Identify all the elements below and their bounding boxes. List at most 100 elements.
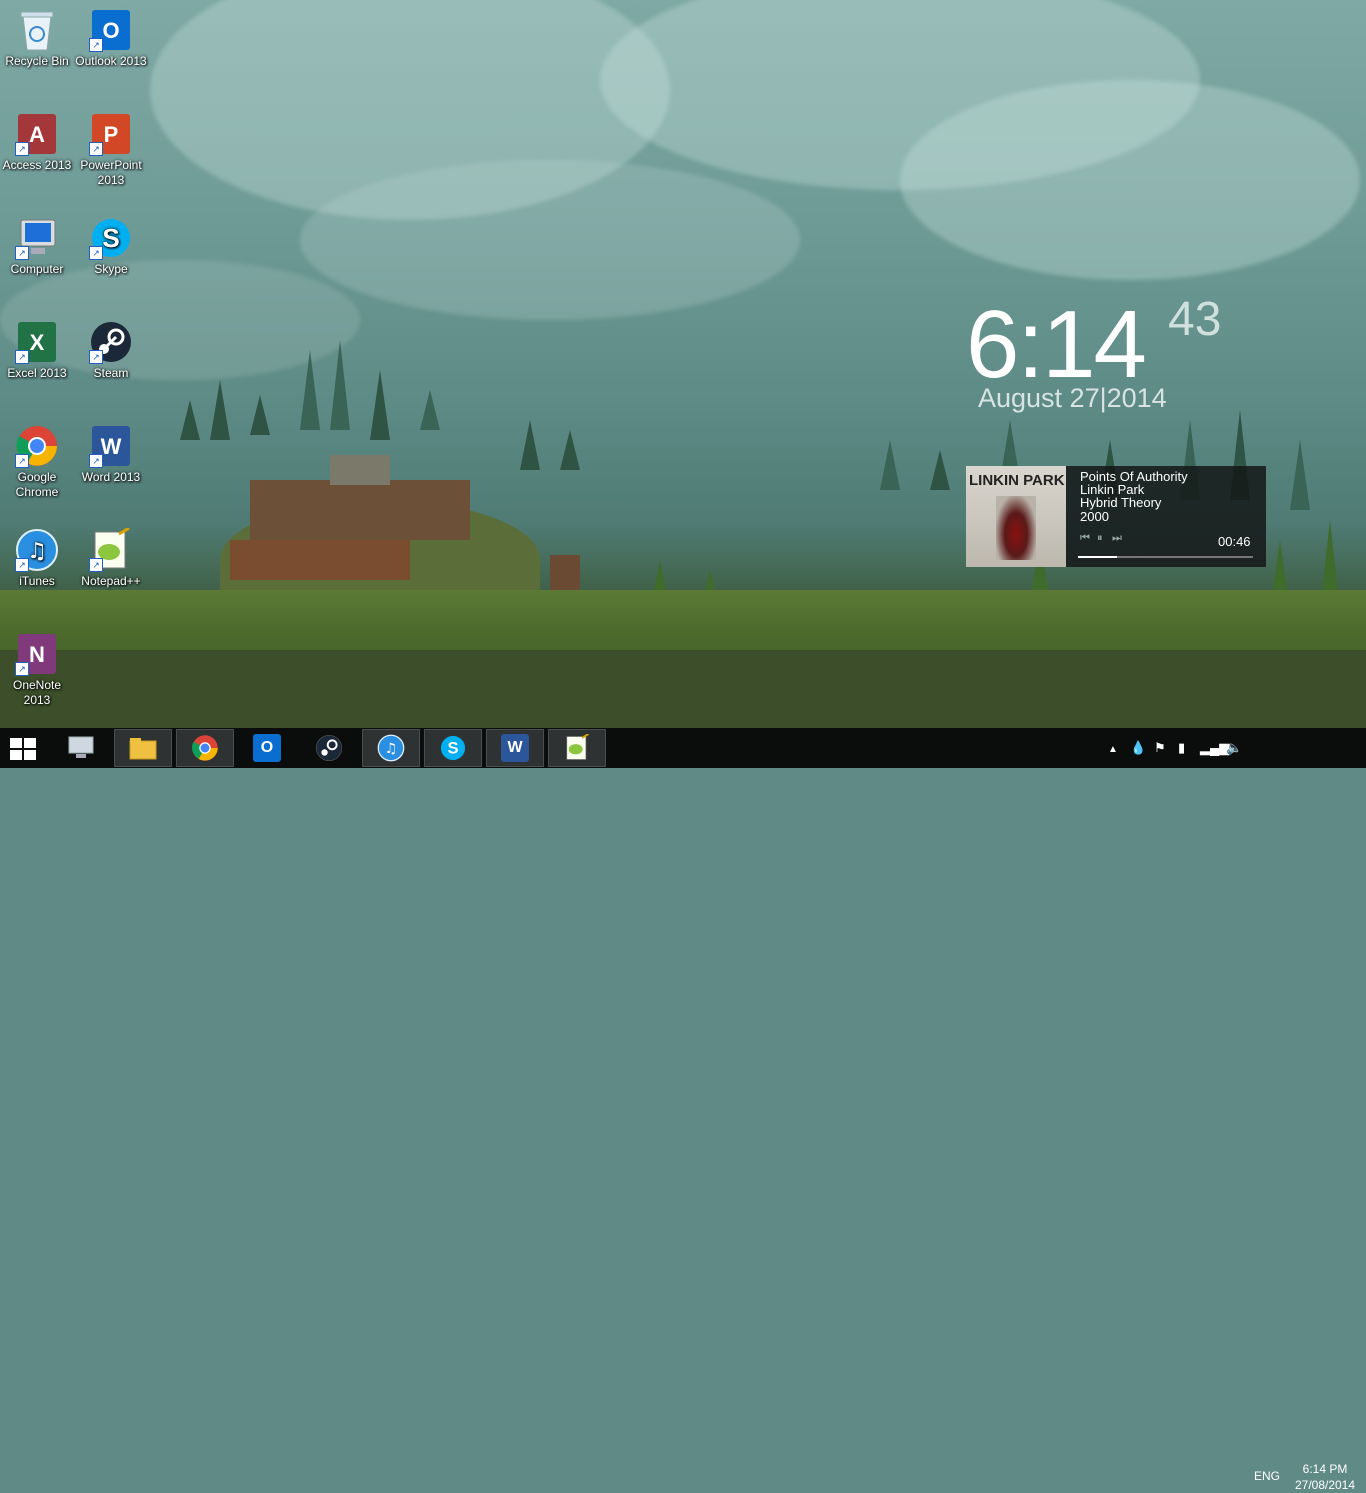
desktop-icon-label: Recycle Bin	[5, 54, 69, 68]
access-icon: A ↗	[15, 112, 59, 156]
action-center-flag-icon[interactable]: ⚑	[1154, 740, 1166, 756]
next-icon[interactable]: ⏭	[1112, 532, 1122, 545]
system-date: 27/08/2014	[1294, 1478, 1356, 1492]
steam-icon: ↗	[89, 320, 133, 364]
shortcut-arrow-icon: ↗	[15, 246, 29, 260]
onenote-icon: N ↗	[15, 632, 59, 676]
itunes-icon: ♫	[377, 734, 405, 762]
desktop-icon-label: Skype	[94, 262, 128, 276]
taskbar-app-monitor[interactable]	[52, 729, 110, 767]
powerpoint-icon: P ↗	[89, 112, 133, 156]
windows-logo-pane	[24, 738, 36, 748]
desktop-icon-label: Computer	[10, 262, 64, 276]
chrome-icon	[192, 735, 218, 761]
desktop-icon-outlook[interactable]: O ↗ Outlook 2013	[75, 8, 147, 69]
svg-text:♫: ♫	[385, 741, 398, 757]
skype-icon: S	[440, 735, 466, 761]
foreground-grass	[0, 650, 1366, 728]
chrome-icon: ↗	[15, 424, 59, 468]
svg-text:S: S	[447, 739, 458, 758]
shortcut-arrow-icon: ↗	[15, 142, 29, 156]
windows-logo-pane	[10, 750, 22, 760]
desktop-icon-label: Outlook 2013	[75, 54, 147, 68]
skype-icon: S ↗	[89, 216, 133, 260]
steam-icon	[315, 734, 343, 762]
desktop-icon-label: Steam	[93, 366, 129, 380]
taskbar-app-itunes[interactable]: ♫	[362, 729, 420, 767]
desktop-icon-label: Access 2013	[2, 158, 72, 172]
start-button[interactable]	[10, 738, 38, 760]
network-signal-icon[interactable]: ▂▄▆	[1200, 740, 1229, 756]
desktop-icon-label: Excel 2013	[7, 366, 67, 380]
notepadpp-icon: ↗	[89, 528, 133, 572]
taskbar-app-file-explorer[interactable]	[114, 729, 172, 767]
itunes-icon: ♫ ↗	[15, 528, 59, 572]
album-art-text: LINKIN PARK	[969, 472, 1065, 489]
desktop-icon-itunes[interactable]: ♫ ↗ iTunes	[1, 528, 73, 589]
music-player-widget[interactable]: LINKIN PARK Points Of Authority Linkin P…	[966, 466, 1266, 567]
shortcut-arrow-icon: ↗	[89, 246, 103, 260]
desktop-icon-excel[interactable]: X ↗ Excel 2013	[1, 320, 73, 381]
desktop-icon-skype[interactable]: S ↗ Skype	[75, 216, 147, 277]
system-clock[interactable]: 6:14 PM 27/08/2014	[1290, 1461, 1360, 1493]
excel-icon: X ↗	[15, 320, 59, 364]
desktop-icon-label: OneNote 2013	[12, 678, 62, 707]
desktop-icon-computer[interactable]: ↗ Computer	[1, 216, 73, 277]
taskbar-app-word[interactable]: W	[486, 729, 544, 767]
track-year: 2000	[1080, 509, 1109, 524]
clock-date: August 27|2014	[978, 383, 1167, 413]
svg-text:S: S	[102, 223, 119, 253]
input-language[interactable]: ENG	[1254, 1469, 1280, 1483]
volume-icon[interactable]: 🔈	[1226, 740, 1242, 756]
taskbar-app-outlook[interactable]: O	[238, 729, 296, 767]
desktop-icon-steam[interactable]: ↗ Steam	[75, 320, 147, 381]
desktop-wallpaper	[0, 0, 1366, 728]
shortcut-arrow-icon: ↗	[15, 350, 29, 364]
computer-icon: ↗	[15, 216, 59, 260]
shortcut-arrow-icon: ↗	[15, 558, 29, 572]
power-icon[interactable]: ▮	[1178, 740, 1185, 756]
outlook-icon: O	[253, 734, 281, 762]
taskbar-app-notepadpp[interactable]	[548, 729, 606, 767]
word-icon: W ↗	[89, 424, 133, 468]
file-explorer-icon	[129, 738, 157, 760]
prev-icon[interactable]: ⏮	[1080, 532, 1090, 545]
system-time: 6:14 PM	[1302, 1462, 1348, 1476]
clock-seconds: 43	[1168, 293, 1222, 346]
album-art-figure	[996, 496, 1036, 560]
desktop-icon-powerpoint[interactable]: P ↗ PowerPoint 2013	[75, 112, 147, 188]
shortcut-arrow-icon: ↗	[15, 454, 29, 468]
shortcut-arrow-icon: ↗	[15, 662, 29, 676]
desktop-icon-onenote[interactable]: N ↗ OneNote 2013	[1, 632, 73, 708]
desktop-icon-chrome[interactable]: ↗ Google Chrome	[1, 424, 73, 500]
desktop-icon-notepadpp[interactable]: ↗ Notepad++	[75, 528, 147, 589]
explorer-monitor-icon	[68, 736, 94, 758]
shortcut-arrow-icon: ↗	[89, 38, 103, 52]
elapsed-time: 00:46	[1218, 534, 1251, 549]
taskbar-app-skype[interactable]: S	[424, 729, 482, 767]
word-icon: W	[501, 734, 529, 762]
taskbar: O ♫ S W ▲ 💧 ⚑ ▮ ▂▄▆ 🔈 ENG 6:14 PM 27/08/…	[0, 728, 1366, 1492]
desktop-icon-recycle-bin[interactable]: Recycle Bin	[1, 8, 73, 69]
shortcut-arrow-icon: ↗	[89, 350, 103, 364]
shortcut-arrow-icon: ↗	[89, 558, 103, 572]
svg-text:♫: ♫	[27, 539, 47, 564]
track-album: Hybrid Theory	[1080, 495, 1162, 510]
water-drop-icon[interactable]: 💧	[1130, 740, 1146, 756]
windows-logo-pane	[24, 750, 36, 760]
taskbar-app-chrome[interactable]	[176, 729, 234, 767]
notepadpp-icon	[566, 734, 589, 760]
progress-bar[interactable]	[1078, 556, 1253, 558]
outlook-icon: O ↗	[89, 8, 133, 52]
show-hidden-icons-chevron-icon[interactable]: ▲	[1108, 742, 1118, 758]
desktop-icon-word[interactable]: W ↗ Word 2013	[75, 424, 147, 485]
taskbar-app-steam[interactable]	[300, 729, 358, 767]
shortcut-arrow-icon: ↗	[89, 142, 103, 156]
desktop-icon-label: PowerPoint 2013	[80, 158, 142, 187]
pause-icon[interactable]: ⏸	[1097, 532, 1103, 545]
desktop-icon-access[interactable]: A ↗ Access 2013	[1, 112, 73, 173]
shortcut-arrow-icon: ↗	[89, 454, 103, 468]
recycle-bin-icon	[15, 8, 59, 52]
album-art: LINKIN PARK	[966, 466, 1066, 567]
desktop-icon-label: iTunes	[19, 574, 55, 588]
